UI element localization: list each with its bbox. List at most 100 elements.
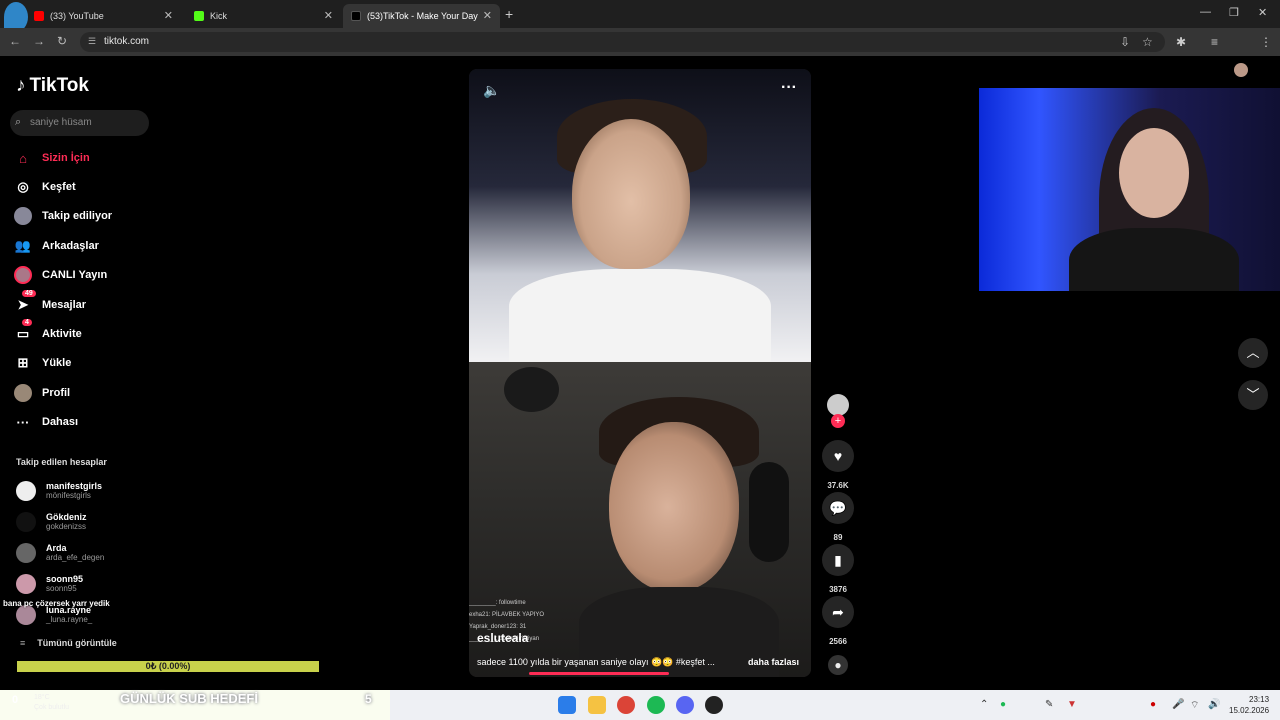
account-name: soonn95: [46, 574, 84, 584]
sub-goal-count: 5: [365, 692, 372, 706]
nav-explore[interactable]: ◎ Keşfet: [14, 176, 75, 198]
chat-message-text: bana pc çözersek yarr yedik: [3, 599, 110, 608]
nav-upload[interactable]: ⊞ Yükle: [14, 352, 72, 374]
tray-app-icon[interactable]: ✎: [1045, 699, 1053, 710]
tiktok-logo[interactable]: ♪ TikTok: [16, 75, 89, 97]
video-progress-bar[interactable]: [529, 672, 669, 675]
nav-label: Yükle: [42, 357, 72, 369]
url-field[interactable]: ☰ tiktok.com: [80, 32, 1165, 52]
nav-label: Arkadaşlar: [42, 240, 99, 252]
nav-activity[interactable]: ▭ 4 Aktivite: [14, 319, 82, 345]
youtube-icon: [34, 11, 44, 21]
nav-more[interactable]: ··· Dahası: [14, 411, 79, 433]
tab-title: (53)TikTok - Make Your Day: [367, 11, 478, 21]
tab-kick[interactable]: Kick ✕: [186, 4, 341, 28]
nav-following[interactable]: Takip ediliyor: [14, 205, 112, 227]
see-all-link[interactable]: ≡ Tümünü görüntüle: [20, 638, 117, 648]
nav-live[interactable]: CANLI Yayın: [14, 264, 107, 286]
tray-expand-icon[interactable]: ⌃: [980, 699, 988, 710]
tray-shield-icon[interactable]: ▼: [1067, 699, 1077, 710]
system-clock[interactable]: 23:13 15.02.2026: [1229, 694, 1269, 716]
obs-icon[interactable]: [705, 696, 723, 714]
follow-plus-icon[interactable]: +: [831, 414, 845, 428]
new-tab-icon[interactable]: +: [505, 6, 513, 22]
following-account[interactable]: Arda arda_efe_degen: [16, 541, 104, 565]
like-action[interactable]: ♥ 37.6K: [822, 440, 854, 490]
account-name: Arda: [46, 543, 67, 553]
reading-list-icon[interactable]: ≡: [1211, 35, 1218, 49]
save-action[interactable]: ▮ 3876: [822, 544, 854, 594]
file-explorer-icon[interactable]: [588, 696, 606, 714]
forward-icon[interactable]: →: [33, 34, 45, 48]
chevron-down-icon: ﹀: [1246, 387, 1260, 402]
nav-profile[interactable]: Profil: [14, 382, 70, 404]
install-app-icon[interactable]: ⇩: [1120, 35, 1130, 49]
reload-icon[interactable]: ↻: [57, 34, 67, 48]
maximize-icon[interactable]: ❐: [1229, 6, 1239, 19]
bookmark-star-icon[interactable]: ☆: [1142, 35, 1153, 49]
following-account[interactable]: soonn95 soonn95: [16, 572, 83, 596]
streamer-webcam: [979, 88, 1280, 291]
account-username: _luna.rayne_: [46, 615, 93, 624]
following-account[interactable]: Gökdeniz gokdenizss: [16, 510, 87, 534]
extensions-icon[interactable]: ✱: [1176, 35, 1186, 49]
tiktok-icon: [351, 11, 361, 21]
goal-progress-text: 0₺ (0.00%): [145, 661, 191, 671]
account-username: soonn95: [46, 584, 77, 593]
browser-tab-strip: (33) YouTube ✕ Kick ✕ (53)TikTok - Make …: [0, 0, 1280, 32]
music-disc-icon[interactable]: ●: [828, 655, 848, 675]
network-icon[interactable]: ⌔: [1190, 699, 1199, 712]
following-account[interactable]: manifestgirls mönifestgirls: [16, 479, 102, 503]
video-description: sadece 1100 yılda bir yaşanan saniye ola…: [477, 657, 715, 667]
messages-badge: 49: [22, 290, 36, 297]
video-top-frame: [469, 69, 811, 362]
discord-icon[interactable]: [676, 696, 694, 714]
chrome-icon[interactable]: [617, 696, 635, 714]
close-window-icon[interactable]: ✕: [1258, 6, 1267, 19]
nav-label: Mesajlar: [42, 299, 87, 311]
tray-record-icon[interactable]: ●: [1150, 699, 1156, 710]
video-author[interactable]: esluteala: [477, 631, 528, 645]
streamer-body: [1069, 228, 1239, 291]
bookmark-icon[interactable]: ▮: [822, 544, 854, 576]
site-info-icon[interactable]: ☰: [88, 36, 96, 47]
spotify-icon[interactable]: [647, 696, 665, 714]
nav-friends[interactable]: 👥 Arkadaşlar: [14, 235, 99, 257]
upload-icon: ⊞: [17, 355, 29, 370]
tray-spotify-icon[interactable]: ●: [1000, 699, 1006, 710]
volume-icon[interactable]: 🔈: [483, 82, 500, 99]
previous-video-button[interactable]: ︿: [1238, 338, 1268, 368]
comment-action[interactable]: 💬 89: [822, 492, 854, 542]
minimize-icon[interactable]: —: [1200, 6, 1211, 18]
close-icon[interactable]: ✕: [164, 9, 173, 22]
profile-avatar[interactable]: [1234, 63, 1248, 77]
next-video-button[interactable]: ﹀: [1238, 380, 1268, 410]
tab-tiktok[interactable]: (53)TikTok - Make Your Day ✕: [343, 4, 500, 28]
see-more-link[interactable]: daha fazlası: [748, 657, 799, 667]
creator-avatar[interactable]: [827, 394, 849, 416]
close-icon[interactable]: ✕: [483, 9, 492, 22]
search-query: saniye hüsam: [30, 117, 92, 128]
share-icon[interactable]: ➦: [822, 596, 854, 628]
weather-desc: Çok bulutlu: [34, 704, 70, 711]
streamer-face: [1119, 128, 1189, 218]
video-player[interactable]: 🔈 ··· ________: followtime exha21: PİLAV…: [469, 69, 811, 677]
friends-icon: 👥: [14, 238, 32, 253]
chat-line: exha21: PİLAVBEK YAPIYO: [469, 612, 545, 618]
heart-icon[interactable]: ♥: [822, 440, 854, 472]
volume-tray-icon[interactable]: 🔊: [1208, 699, 1220, 710]
back-icon[interactable]: ←: [9, 34, 21, 48]
share-action[interactable]: ➦ 2566: [822, 596, 854, 646]
close-icon[interactable]: ✕: [324, 9, 333, 22]
search-input[interactable]: ⌕ saniye hüsam: [10, 110, 149, 136]
more-options-icon[interactable]: ···: [781, 79, 797, 97]
menu-kebab-icon[interactable]: ⋮: [1260, 35, 1272, 49]
tab-youtube[interactable]: (33) YouTube ✕: [26, 4, 181, 28]
nav-for-you[interactable]: ⌂ Sizin İçin: [14, 147, 90, 169]
nav-messages[interactable]: ➤ 49 Mesajlar: [14, 290, 87, 316]
windows-start-icon[interactable]: [558, 696, 576, 714]
windows-taskbar: [390, 690, 1280, 720]
microphone-icon[interactable]: 🎤: [1172, 699, 1184, 710]
comment-icon[interactable]: 💬: [822, 492, 854, 524]
avatar: [16, 605, 36, 625]
